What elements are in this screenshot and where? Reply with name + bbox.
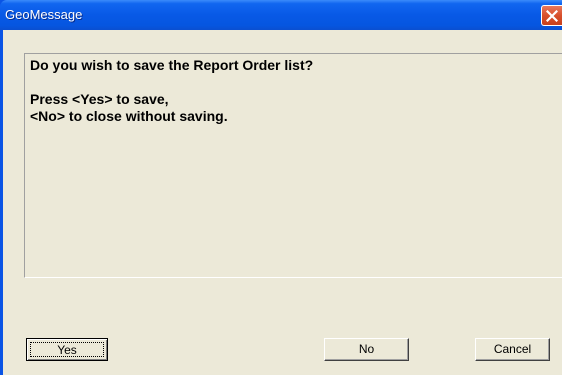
message-instruction-yes: Press <Yes> to save, bbox=[30, 91, 169, 107]
dialog-window: GeoMessage Do you wish to save the Repor… bbox=[0, 0, 562, 375]
no-button[interactable]: No bbox=[324, 338, 409, 361]
yes-button[interactable]: Yes bbox=[26, 338, 108, 361]
yes-button-label: Yes bbox=[30, 342, 104, 357]
close-icon bbox=[546, 10, 558, 22]
close-button[interactable] bbox=[541, 5, 562, 26]
window-title: GeoMessage bbox=[5, 7, 83, 22]
cancel-button[interactable]: Cancel bbox=[475, 338, 550, 361]
dialog-body: Do you wish to save the Report Order lis… bbox=[3, 30, 562, 375]
message-panel: Do you wish to save the Report Order lis… bbox=[24, 53, 562, 278]
message-instruction-no: <No> to close without saving. bbox=[30, 108, 228, 124]
title-bar[interactable]: GeoMessage bbox=[0, 0, 562, 30]
message-question: Do you wish to save the Report Order lis… bbox=[30, 57, 314, 73]
